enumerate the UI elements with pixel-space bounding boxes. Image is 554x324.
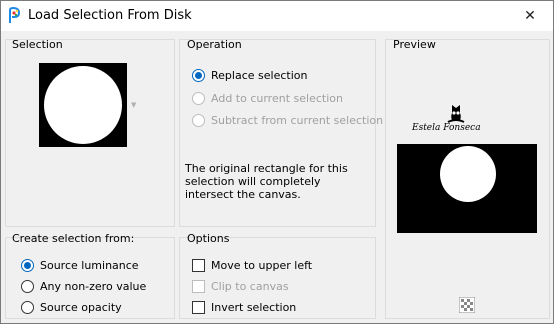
move-upper-left-label: Move to upper left bbox=[211, 258, 313, 272]
preview-group-label: Preview bbox=[393, 38, 436, 51]
create-from-label: Create selection from: bbox=[12, 232, 135, 245]
source-luminance-radio[interactable]: Source luminance bbox=[21, 256, 139, 274]
replace-selection-radio[interactable]: Replace selection bbox=[192, 66, 307, 84]
subtract-selection-label: Subtract from current selection bbox=[211, 113, 384, 127]
title-bar[interactable]: Load Selection From Disk ✕ bbox=[1, 1, 553, 31]
radio-button[interactable] bbox=[192, 113, 205, 127]
source-luminance-label: Source luminance bbox=[40, 258, 139, 272]
move-upper-left-checkbox[interactable]: Move to upper left bbox=[192, 256, 312, 274]
checkbox[interactable] bbox=[192, 258, 205, 272]
radio-button-checked[interactable] bbox=[21, 258, 34, 272]
selection-thumbnail bbox=[39, 63, 127, 147]
chevron-down-icon[interactable]: ▼ bbox=[131, 101, 136, 109]
operation-group-label: Operation bbox=[187, 38, 242, 51]
checkbox[interactable] bbox=[192, 279, 205, 293]
dialog-window: Load Selection From Disk ✕ Selection ▼ O… bbox=[0, 0, 554, 324]
checker-icon[interactable] bbox=[458, 296, 476, 314]
clip-to-canvas-label: Clip to canvas bbox=[211, 279, 289, 293]
add-to-selection-radio[interactable]: Add to current selection bbox=[192, 89, 343, 107]
operation-info-text: The original rectangle for this selectio… bbox=[185, 162, 348, 201]
radio-button[interactable] bbox=[21, 279, 34, 293]
subtract-selection-radio[interactable]: Subtract from current selection bbox=[192, 111, 383, 129]
source-opacity-radio[interactable]: Source opacity bbox=[21, 298, 122, 316]
add-to-selection-label: Add to current selection bbox=[211, 91, 343, 105]
source-opacity-label: Source opacity bbox=[40, 300, 122, 314]
checkbox[interactable] bbox=[192, 300, 205, 314]
selection-dropdown[interactable]: ▼ bbox=[39, 63, 139, 147]
close-icon: ✕ bbox=[524, 8, 536, 24]
preview-canvas bbox=[397, 144, 537, 233]
invert-selection-label: Invert selection bbox=[211, 300, 297, 314]
watermark-logo: Estela Fonseca bbox=[406, 104, 506, 138]
selection-group-label: Selection bbox=[12, 38, 63, 51]
clip-to-canvas-checkbox[interactable]: Clip to canvas bbox=[192, 277, 289, 295]
app-icon bbox=[7, 6, 23, 25]
radio-button[interactable] bbox=[21, 300, 34, 314]
any-non-zero-label: Any non-zero value bbox=[40, 279, 147, 293]
radio-button[interactable] bbox=[192, 91, 205, 105]
replace-selection-label: Replace selection bbox=[211, 68, 308, 82]
invert-selection-checkbox[interactable]: Invert selection bbox=[192, 298, 296, 316]
watermark-text: Estela Fonseca bbox=[412, 123, 481, 133]
window-title: Load Selection From Disk bbox=[28, 8, 192, 23]
any-non-zero-radio[interactable]: Any non-zero value bbox=[21, 277, 146, 295]
radio-button-checked[interactable] bbox=[192, 68, 205, 82]
close-button[interactable]: ✕ bbox=[507, 1, 553, 31]
options-group-label: Options bbox=[187, 232, 230, 245]
